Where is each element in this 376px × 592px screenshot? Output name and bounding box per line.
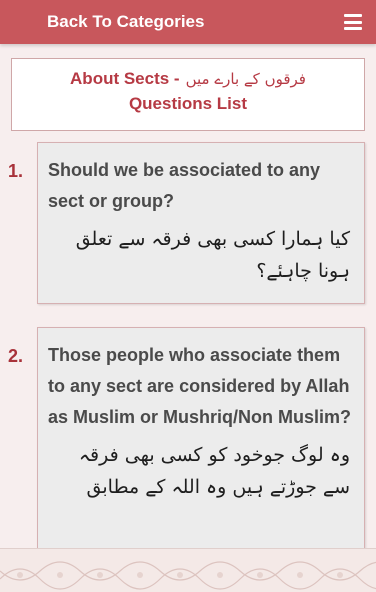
decorative-footer bbox=[0, 548, 376, 592]
category-header: About Sects - فرقوں کے بارے میں Question… bbox=[11, 58, 365, 131]
question-english-text: Should we be associated to any sect or g… bbox=[48, 160, 321, 211]
question-urdu-text: کیا ہمارا کسی بھی فرقہ سے تعلق ہونا چاہئ… bbox=[75, 228, 350, 282]
question-number: 1. bbox=[8, 161, 24, 181]
category-title: About Sects - فرقوں کے بارے میں bbox=[12, 67, 364, 91]
question-urdu-text: وہ لوگ جوخود کو کسی بھی فرقہ سے جوڑتے ہی… bbox=[78, 444, 350, 498]
category-title-urdu: فرقوں کے بارے میں bbox=[185, 70, 306, 88]
top-bar: Back To Categories bbox=[0, 0, 376, 44]
category-title-english: About Sects - bbox=[70, 69, 180, 88]
content-area[interactable]: About Sects - فرقوں کے بارے میں Question… bbox=[0, 44, 376, 548]
hamburger-menu-icon[interactable] bbox=[344, 14, 362, 30]
question-card[interactable]: Should we be associated to any sect or g… bbox=[37, 142, 365, 304]
back-to-categories-button[interactable]: Back To Categories bbox=[47, 12, 204, 32]
category-subtitle: Questions List bbox=[128, 94, 248, 113]
question-english-text: Those people who associate them to any s… bbox=[48, 345, 352, 427]
question-number: 2. bbox=[8, 346, 24, 366]
question-card[interactable]: Those people who associate them to any s… bbox=[37, 327, 365, 548]
floral-pattern-icon bbox=[0, 561, 376, 590]
